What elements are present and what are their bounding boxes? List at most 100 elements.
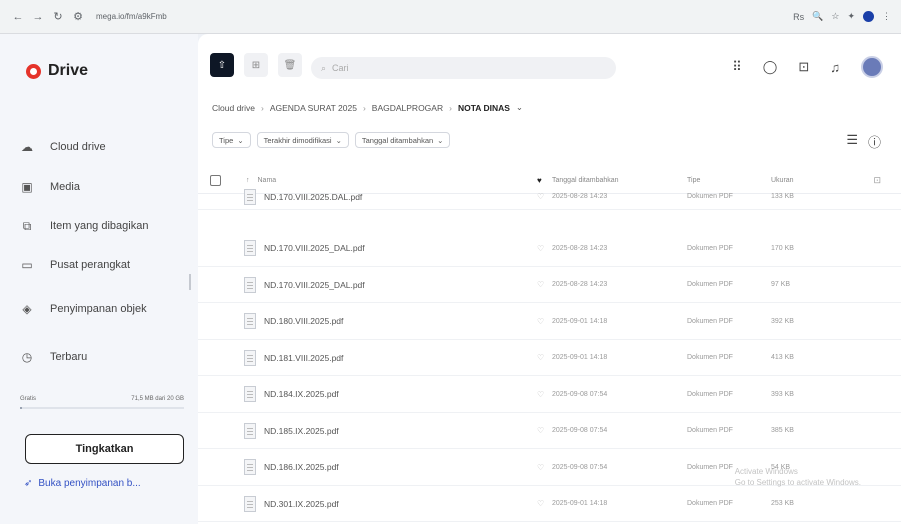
file-size: 253 KB bbox=[771, 500, 794, 507]
storage-progress-fill bbox=[20, 407, 22, 409]
file-name-cell[interactable]: ND.181.VIII.2025.pdf bbox=[244, 349, 344, 366]
filter-modified[interactable]: Terakhir dimodifikasi ⌄ bbox=[256, 132, 349, 148]
filter-bar: Tipe ⌄ Terakhir dimodifikasi ⌄ Tanggal d… bbox=[212, 132, 451, 148]
new-folder-button[interactable]: ⊞ bbox=[244, 53, 268, 77]
file-name-cell[interactable]: ND.185.IX.2025.pdf bbox=[244, 422, 339, 439]
chevron-down-icon[interactable]: ⌄ bbox=[516, 102, 523, 113]
date-added: 2025-09-01 14:18 bbox=[552, 500, 608, 507]
notification-bell-icon[interactable]: ♫ bbox=[830, 60, 840, 75]
favourite-icon[interactable]: ♡ bbox=[537, 280, 544, 289]
table-row[interactable]: ND.170.VIII.2025_DAL.pdf ♡ 2025-08-28 14:2… bbox=[198, 267, 901, 303]
file-size: 170 KB bbox=[771, 244, 794, 252]
favourite-icon[interactable]: ♡ bbox=[537, 317, 544, 326]
date-added: 2025-09-01 14:18 bbox=[552, 317, 608, 325]
pdf-file-icon bbox=[244, 349, 256, 366]
search-bar[interactable]: ⌕ Cari bbox=[311, 57, 616, 79]
sidebar-item-object-storage[interactable]: ◈ Penyimpanan objek bbox=[18, 296, 194, 322]
table-row[interactable]: ND.184.IX.2025.pdf ♡ 2025-09-08 07:54 Dokum… bbox=[198, 377, 901, 413]
filter-type[interactable]: Tipe ⌄ bbox=[212, 132, 251, 148]
devices-icon: ▭ bbox=[21, 258, 33, 272]
favourite-icon[interactable]: ♡ bbox=[537, 244, 544, 253]
forward-icon[interactable]: → bbox=[30, 9, 46, 25]
chat-icon[interactable]: ◯ bbox=[763, 59, 778, 75]
table-row[interactable]: ND.301.IX.2025.pdf ♡ 2025-09-01 14:18 Dokum… bbox=[198, 486, 901, 522]
menu-icon[interactable]: ⋮ bbox=[882, 11, 891, 22]
breadcrumb-current[interactable]: NOTA DINAS bbox=[458, 103, 510, 113]
sidebar-item-recent[interactable]: ◷ Terbaru bbox=[18, 344, 194, 370]
chevron-down-icon: ⌄ bbox=[335, 135, 342, 145]
browser-actions: Rs 🔍 ☆ ✦ ⋮ bbox=[793, 11, 891, 22]
breadcrumb-item[interactable]: BAGDALPROGAR bbox=[372, 103, 443, 113]
apps-grid-icon[interactable]: ⠿ bbox=[732, 59, 742, 75]
watermark-line: Go to Settings to activate Windows. bbox=[734, 477, 861, 487]
upgrade-button[interactable]: Tingkatkan bbox=[25, 434, 184, 464]
list-view-icon[interactable]: ☰ bbox=[846, 132, 858, 151]
table-row[interactable]: ND.185.IX.2025.pdf ♡ 2025-09-08 07:54 Dokum… bbox=[198, 413, 901, 449]
file-name-cell[interactable]: ND.180.VIII.2025.pdf bbox=[244, 313, 343, 329]
date-added: 2025-09-08 07:54 bbox=[552, 427, 608, 434]
info-icon[interactable]: ⓘ bbox=[868, 132, 881, 151]
reload-icon[interactable]: ↻ bbox=[50, 9, 66, 25]
table-row[interactable]: ND.170.VIII.2025.DAL.pdf ♡ 2025-08-28 14:2… bbox=[198, 184, 901, 210]
sidebar-scrollbar[interactable] bbox=[189, 274, 191, 290]
open-storage-link[interactable]: ➶ Buka penyimpanan b... bbox=[24, 478, 141, 489]
file-type: Dokumen PDF bbox=[687, 317, 733, 325]
file-name-cell[interactable]: ND.184.IX.2025.pdf bbox=[244, 386, 339, 402]
date-added: 2025-08-28 14:23 bbox=[552, 193, 608, 200]
file-name-cell[interactable]: ND.170.VIII.2025_DAL.pdf bbox=[244, 240, 365, 256]
file-size: 413 KB bbox=[771, 354, 794, 361]
star-icon[interactable]: ☆ bbox=[831, 11, 839, 22]
back-icon[interactable]: ← bbox=[10, 9, 26, 25]
view-controls: ☰ ⓘ bbox=[846, 132, 881, 151]
file-name-cell[interactable]: ND.186.IX.2025.pdf bbox=[244, 459, 339, 475]
app-logo[interactable]: Drive bbox=[26, 62, 88, 80]
avatar[interactable] bbox=[861, 56, 883, 78]
filter-added[interactable]: Tanggal ditambahkan ⌄ bbox=[354, 132, 451, 148]
favourite-icon[interactable]: ♡ bbox=[537, 463, 544, 472]
file-name-cell[interactable]: ND.170.VIII.2025_DAL.pdf bbox=[244, 276, 365, 293]
file-type: Dokumen PDF bbox=[687, 193, 733, 200]
column-header-name[interactable]: ↑ Nama bbox=[246, 177, 276, 184]
profile-icon[interactable] bbox=[863, 11, 874, 22]
zoom-icon[interactable]: 🔍 bbox=[812, 11, 823, 22]
sidebar-item-cloud-drive[interactable]: ☁ Cloud drive bbox=[18, 134, 194, 160]
table-row[interactable]: ND.181.VIII.2025.pdf ♡ 2025-09-01 14:18 Dok… bbox=[198, 340, 901, 376]
breadcrumb-item[interactable]: AGENDA SURAT 2025 bbox=[270, 103, 357, 113]
pdf-file-icon bbox=[244, 313, 256, 329]
favourite-icon[interactable]: ♡ bbox=[537, 192, 544, 201]
table-row[interactable]: ND.170.VIII.2025_DAL.pdf ♡ 2025-08-28 14:2… bbox=[198, 231, 901, 267]
table-row[interactable]: ND.180.VIII.2025.pdf ♡ 2025-09-01 14:18 Dok… bbox=[198, 304, 901, 340]
top-actions: ⠿ ◯ ⊡ ♫ bbox=[732, 56, 883, 78]
favourite-icon[interactable]: ♡ bbox=[537, 426, 544, 435]
column-header-type[interactable]: Tipe bbox=[687, 177, 700, 184]
file-name: ND.181.VIII.2025.pdf bbox=[264, 352, 344, 363]
contacts-icon[interactable]: ⊡ bbox=[798, 59, 809, 75]
delete-button[interactable]: 🗑 bbox=[278, 53, 302, 77]
file-size: 97 KB bbox=[771, 281, 791, 288]
pdf-file-icon bbox=[244, 495, 256, 512]
column-header-size[interactable]: Ukuran bbox=[771, 177, 794, 184]
file-name-cell[interactable]: ND.170.VIII.2025.DAL.pdf bbox=[244, 188, 362, 205]
sidebar-item-shared[interactable]: ⧉ Item yang dibagikan bbox=[18, 213, 194, 239]
sidebar-item-media[interactable]: ▣ Media bbox=[18, 174, 194, 200]
file-name-cell[interactable]: ND.301.IX.2025.pdf bbox=[244, 495, 339, 512]
translate-label[interactable]: Rs bbox=[793, 12, 804, 22]
column-header-date[interactable]: Tanggal ditambahkan bbox=[552, 177, 619, 184]
sidebar-item-devices[interactable]: ▭ Pusat perangkat bbox=[18, 252, 194, 278]
file-type: Dokumen PDF bbox=[687, 244, 733, 252]
sidebar-item-label: Pusat perangkat bbox=[50, 259, 131, 271]
site-info-icon[interactable]: ⚙ bbox=[70, 9, 86, 25]
favourite-icon[interactable]: ♡ bbox=[537, 499, 544, 508]
file-name: ND.185.IX.2025.pdf bbox=[264, 425, 339, 436]
sidebar: Drive ☁ Cloud drive ▣ Media ⧉ Item yang … bbox=[0, 34, 198, 524]
favourite-icon[interactable]: ♡ bbox=[537, 390, 544, 399]
favourite-icon[interactable]: ♡ bbox=[537, 353, 544, 362]
shared-icon: ⧉ bbox=[22, 218, 32, 233]
browser-toolbar: ← → ↻ ⚙ mega.io/fm/a9kFmb Rs 🔍 ☆ ✦ ⋮ bbox=[0, 0, 901, 34]
search-input[interactable]: Cari bbox=[332, 63, 349, 73]
address-bar[interactable]: mega.io/fm/a9kFmb bbox=[96, 12, 167, 21]
upload-button[interactable]: ⇧ bbox=[210, 53, 234, 77]
object-storage-icon: ◈ bbox=[22, 302, 32, 316]
breadcrumb-item[interactable]: Cloud drive bbox=[212, 103, 255, 113]
extension-icon[interactable]: ✦ bbox=[847, 11, 855, 22]
